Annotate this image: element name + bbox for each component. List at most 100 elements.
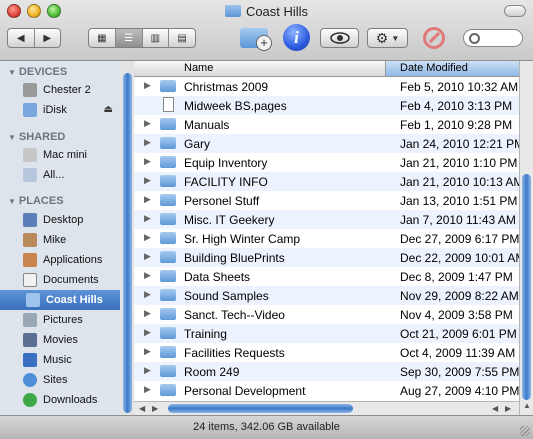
back-button[interactable]: ◀ [8,29,35,47]
no-entry-icon [423,27,445,49]
sidebar-scrollbar[interactable] [121,61,134,415]
file-name: Facilities Requests [184,346,285,360]
file-row[interactable]: ▶ Gary Jan 24, 2010 12:21 PM [134,134,519,153]
sidebar-item-desktop[interactable]: Desktop [0,210,120,230]
disclosure-triangle-icon[interactable]: ▶ [144,270,151,281]
file-date-modified: Nov 4, 2009 3:58 PM [400,308,513,322]
disclosure-triangle-icon[interactable]: ▶ [144,156,151,167]
disclosure-triangle-icon[interactable]: ▶ [144,251,151,262]
disclosure-triangle-icon[interactable]: ▶ [144,80,151,91]
folder-icon [160,384,176,396]
coverflow-view-button[interactable]: ▤ [169,29,195,47]
sidebar-section-places[interactable]: ▼ PLACES [8,195,64,207]
disclosure-triangle-icon[interactable]: ▶ [144,213,151,224]
disclosure-triangle-icon[interactable]: ▶ [144,384,151,395]
network-icon [23,168,37,182]
disclosure-triangle-icon[interactable]: ▶ [144,308,151,319]
sidebar-item-mac-mini[interactable]: Mac mini [0,145,120,165]
file-row[interactable]: ▶ Manuals Feb 1, 2010 9:28 PM [134,115,519,134]
list-view-button[interactable]: ☰ [115,29,143,47]
sidebar-item-idisk[interactable]: iDisk ⏏ [0,100,120,120]
disclosure-triangle-icon[interactable]: ▶ [144,175,151,186]
disclosure-triangle-icon[interactable]: ▶ [144,327,151,338]
column-view-button[interactable]: ▥ [143,29,170,47]
file-row[interactable]: ▶ Personal Development Aug 27, 2009 4:10 P… [134,381,519,400]
quick-look-button[interactable] [320,28,359,48]
list-horizontal-scrollbar[interactable]: ◀ ▶ ◀ ▶ [134,401,519,415]
sidebar-scrollbar-thumb[interactable] [123,73,132,413]
file-row[interactable]: ▶ FACILITY INFO Jan 21, 2010 10:13 AM [134,172,519,191]
search-input[interactable] [463,29,523,47]
sidebar-item-mike[interactable]: Mike [0,230,120,250]
sidebar-item-label: All... [43,169,65,181]
folder-icon [160,365,176,377]
sidebar-item-pictures[interactable]: Pictures [0,310,120,330]
list-vertical-scrollbar[interactable]: ▲ [519,61,533,415]
file-row[interactable]: ▶ Christmas 2009 Feb 5, 2010 10:32 AM [134,77,519,96]
list-horizontal-scrollbar-thumb[interactable] [168,404,353,413]
sidebar-section-devices[interactable]: ▼ DEVICES [8,66,67,78]
file-row[interactable]: ▶ Facilities Requests Oct 4, 2009 11:39 AM [134,343,519,362]
sidebar-item-applications[interactable]: Applications [0,250,120,270]
eject-icon[interactable]: ⏏ [104,104,113,115]
toolbar-toggle-button[interactable] [504,5,526,17]
icon-view-button[interactable]: ▦ [89,29,116,47]
coverflow-view-icon: ▤ [177,32,187,44]
disclosure-triangle-icon[interactable]: ▼ [8,68,16,77]
column-header-date-modified[interactable]: Date Modified [385,61,519,76]
file-date-modified: Jan 24, 2010 12:21 PM [400,137,519,151]
disclosure-triangle-icon[interactable]: ▶ [144,137,151,148]
disclosure-triangle-icon[interactable]: ▶ [144,118,151,129]
finder-window: Coast Hills ◀ ▶ ▦ ☰ ▥ ▤ + i ⚙ ▼ ▼ DEVICES… [0,0,533,439]
disclosure-triangle-icon[interactable]: ▶ [144,365,151,376]
folder-icon [224,5,241,17]
sidebar-section-shared[interactable]: ▼ SHARED [8,131,65,143]
file-row[interactable]: ▶ Misc. IT Geekery Jan 7, 2010 11:43 AM [134,210,519,229]
column-header-name[interactable]: Name [184,62,213,74]
disclosure-triangle-icon[interactable]: ▶ [144,346,151,357]
disclosure-triangle-icon[interactable]: ▼ [8,133,16,142]
file-row[interactable]: ▶ Data Sheets Dec 8, 2009 1:47 PM [134,267,519,286]
sidebar-item-sites[interactable]: Sites [0,370,120,390]
sidebar-item-label: Pictures [43,314,83,326]
sidebar-item-all[interactable]: All... [0,165,120,185]
file-name: Personal Development [184,384,306,398]
scroll-up-arrow-icon[interactable]: ▲ [523,401,531,410]
file-row[interactable]: Midweek BS.pages Feb 4, 2010 3:13 PM [134,96,519,115]
scroll-left-arrow-icon[interactable]: ◀ [139,404,145,413]
disclosure-triangle-icon[interactable]: ▼ [8,197,16,206]
file-row[interactable]: ▶ Personel Stuff Jan 13, 2010 1:51 PM [134,191,519,210]
disclosure-triangle-icon[interactable]: ▶ [144,194,151,205]
file-row[interactable]: ▶ Room 249 Sep 30, 2009 7:55 PM [134,362,519,381]
file-name: Gary [184,137,211,151]
sidebar-item-chester-2[interactable]: Chester 2 [0,80,120,100]
movies-icon [23,333,37,347]
disclosure-triangle-icon[interactable]: ▶ [144,289,151,300]
sidebar-item-downloads[interactable]: Downloads [0,390,120,410]
list-header: Name Date Modified [134,61,519,77]
file-row[interactable]: ▶ Training Oct 21, 2009 6:01 PM [134,324,519,343]
sidebar-item-music[interactable]: Music [0,350,120,370]
sidebar-item-coast-hills[interactable]: Coast Hills [0,290,120,310]
file-name: Equip Inventory [184,156,268,170]
file-row[interactable]: ▶ Equip Inventory Jan 21, 2010 1:10 PM [134,153,519,172]
scroll-right-arrow-icon[interactable]: ▶ [505,404,511,413]
resize-grip-icon[interactable] [520,426,530,436]
disclosure-triangle-icon[interactable]: ▶ [144,232,151,243]
file-row[interactable]: ▶ Sound Samples Nov 29, 2009 8:22 AM [134,286,519,305]
new-folder-button[interactable]: + [240,24,272,51]
file-row[interactable]: ▶ Building BluePrints Dec 22, 2009 10:01 A… [134,248,519,267]
file-row[interactable]: ▶ Sr. High Winter Camp Dec 27, 2009 6:17 P… [134,229,519,248]
list-vertical-scrollbar-thumb[interactable] [522,174,531,400]
sidebar-item-movies[interactable]: Movies [0,330,120,350]
forward-button[interactable]: ▶ [35,29,61,47]
sidebar-item-documents[interactable]: Documents [0,270,120,290]
folder-icon [160,80,176,92]
scroll-right-arrow-icon[interactable]: ▶ [152,404,158,413]
file-row[interactable]: ▶ Sanct. Tech--Video Nov 4, 2009 3:58 PM [134,305,519,324]
get-info-button[interactable]: i [283,24,310,51]
sidebar-item-label: Mac mini [43,149,88,161]
scroll-left-arrow-icon[interactable]: ◀ [492,404,498,413]
action-menu-button[interactable]: ⚙ ▼ [367,28,408,48]
file-date-modified: Sep 30, 2009 7:55 PM [400,365,519,379]
